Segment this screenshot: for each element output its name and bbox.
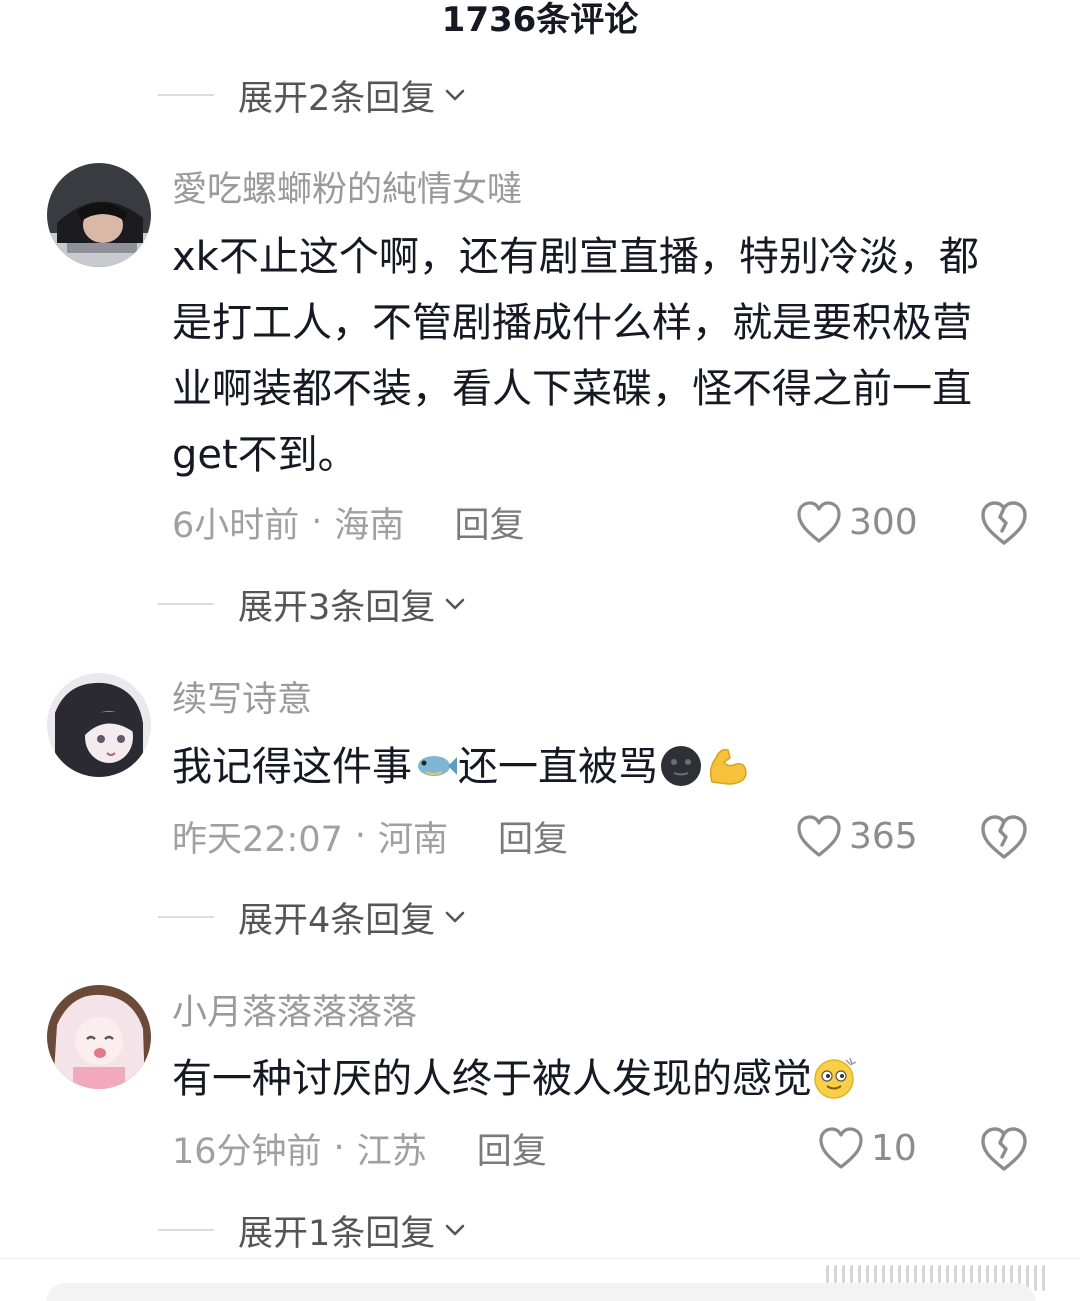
heart-outline-icon <box>797 501 841 543</box>
chevron-down-icon <box>445 89 465 101</box>
comment-location: 海南 <box>334 505 405 546</box>
dizzy-face-emoji-icon <box>814 1057 857 1099</box>
like-count: 365 <box>849 815 918 857</box>
comment-username[interactable]: 小月落落落落落 <box>172 990 417 1036</box>
comment-location: 江苏 <box>356 1131 427 1172</box>
avatar-dark-hair-girl-icon <box>47 163 151 267</box>
like-button[interactable]: 365 <box>795 806 918 866</box>
expand-replies-label: 展开1条回复 <box>238 1213 436 1254</box>
expand-replies-button[interactable]: 展开2条回复 <box>158 70 467 120</box>
bottom-input-bar <box>0 1258 1080 1301</box>
comments-header: 1736条评论 <box>0 0 1080 44</box>
comment-time: 16分钟前 <box>172 1131 322 1172</box>
meta-separator: · <box>333 1128 345 1168</box>
expand-replies-label: 展开4条回复 <box>238 900 436 941</box>
comment-text-line: 业啊装都不装，看人下菜碟，怪不得之前一直 <box>172 366 972 412</box>
reply-button[interactable]: 回复 <box>498 811 568 862</box>
comment-text-part: 我记得这件事 <box>172 744 412 790</box>
reply-button[interactable]: 回复 <box>454 497 524 548</box>
comment-text-part: 还一直被骂 <box>458 744 658 790</box>
heart-outline-icon <box>819 1127 863 1169</box>
comment-meta: 6小时前 · 海南 回复 <box>172 492 524 552</box>
avatar[interactable] <box>47 985 151 1089</box>
avatar[interactable] <box>47 673 151 777</box>
chevron-down-icon <box>445 598 465 610</box>
comment-text: 有一种讨厌的人终于被人发现的感觉 <box>172 1046 1040 1112</box>
avatar-anime-dark-hair-icon <box>47 673 151 777</box>
comment-text-line: xk不止这个啊，还有剧宣直播，特别冷淡，都 <box>172 234 979 280</box>
comment-text-part: 有一种讨厌的人终于被人发现的感觉 <box>172 1056 812 1102</box>
comment-text-line: get不到。 <box>172 432 358 478</box>
like-button[interactable]: 300 <box>795 492 918 552</box>
comment-meta: 昨天22:07 · 河南 回复 <box>172 806 568 866</box>
like-button[interactable]: 10 <box>817 1118 917 1178</box>
comment-text: 我记得这件事 还一直被骂 <box>172 734 1040 800</box>
divider-line <box>158 94 214 96</box>
comment-username[interactable]: 愛吃螺螄粉的純情女噠 <box>172 167 522 213</box>
chevron-down-icon <box>445 1224 465 1236</box>
comment-input[interactable] <box>46 1283 1036 1301</box>
chevron-down-icon <box>445 911 465 923</box>
like-count: 300 <box>849 501 918 543</box>
broken-heart-icon[interactable] <box>978 497 1030 549</box>
meta-separator: · <box>311 502 323 542</box>
comment-location: 河南 <box>378 819 449 860</box>
comment-time: 6小时前 <box>172 505 300 546</box>
expand-replies-button[interactable]: 展开1条回复 <box>158 1205 467 1255</box>
meta-separator: · <box>354 816 367 856</box>
fish-emoji-icon <box>418 756 457 776</box>
expand-replies-label: 展开3条回复 <box>238 587 436 628</box>
comment-count-title: 1736条评论 <box>441 0 639 40</box>
expand-replies-button[interactable]: 展开3条回复 <box>158 579 467 629</box>
divider-line <box>158 916 214 918</box>
comment-text: xk不止这个啊，还有剧宣直播，特别冷淡，都 是打工人，不管剧播成什么样，就是要积… <box>172 224 1040 488</box>
avatar-anime-pink-hair-icon <box>47 985 151 1089</box>
comment-username[interactable]: 续写诗意 <box>172 677 312 723</box>
heart-outline-icon <box>797 815 841 857</box>
comment-time: 昨天22:07 <box>172 819 343 860</box>
expand-replies-label: 展开2条回复 <box>238 78 436 119</box>
divider-line <box>158 1229 214 1231</box>
reply-button[interactable]: 回复 <box>477 1123 547 1174</box>
avatar[interactable] <box>47 163 151 267</box>
dark-moon-face-emoji-icon <box>661 746 701 786</box>
comment-meta: 16分钟前 · 江苏 回复 <box>172 1118 547 1178</box>
broken-heart-icon[interactable] <box>978 811 1030 863</box>
flexed-biceps-emoji-icon <box>709 748 747 785</box>
comment-text-line: 是打工人，不管剧播成什么样，就是要积极营 <box>172 300 972 346</box>
expand-replies-button[interactable]: 展开4条回复 <box>158 892 467 942</box>
broken-heart-icon[interactable] <box>978 1123 1030 1175</box>
like-count: 10 <box>871 1127 917 1169</box>
divider-line <box>158 603 214 605</box>
